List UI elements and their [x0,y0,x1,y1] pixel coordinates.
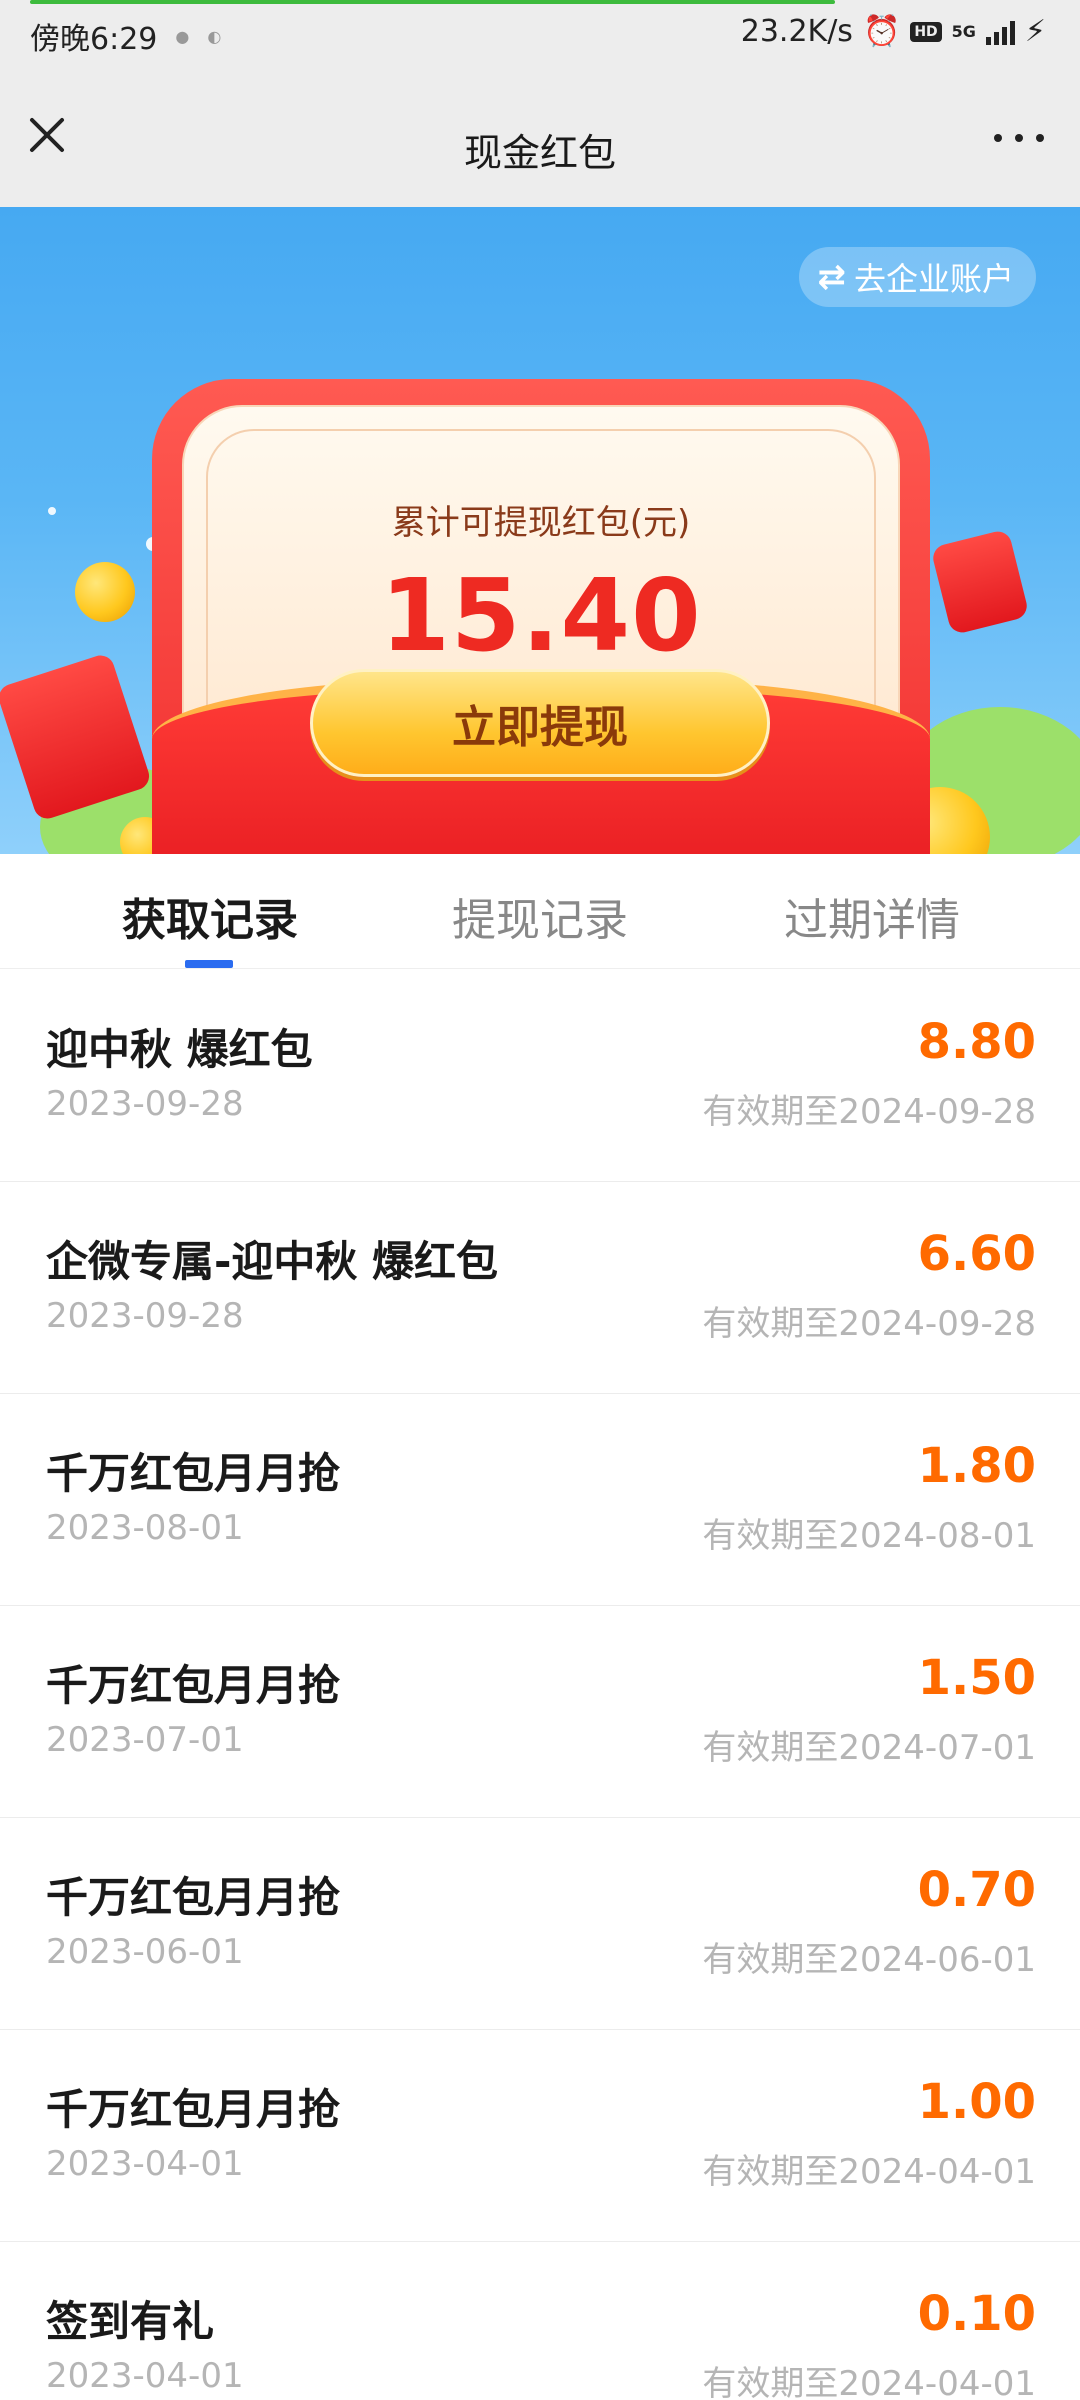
balance-amount: 15.40 [380,557,702,674]
bell-icon: ◐ [207,26,222,46]
record-amount: 1.00 [917,2074,1036,2130]
record-title: 千万红包月月抢 [46,1873,341,1922]
list-item[interactable]: 千万红包月月抢 2023-07-01 1.50 有效期至2024-07-01 [0,1606,1080,1818]
record-list: 迎中秋 爆红包 2023-09-28 8.80 有效期至2024-09-28 企… [0,970,1080,2400]
record-date: 2023-09-28 [46,1084,244,1124]
record-expiry: 有效期至2024-06-01 [702,1940,1036,1980]
notification-icon: ● [175,26,190,46]
record-date: 2023-07-01 [46,1720,244,1760]
nav-bar: 现金红包 [0,70,1080,207]
record-tabs: 获取记录 提现记录 过期详情 [0,854,1080,969]
status-bar: 傍晚6:29 ● ◐ 23.2K/s ⏰ HD 5G ⚡ [0,0,1080,70]
coin-decoration [75,562,135,622]
record-date: 2023-08-01 [46,1508,244,1548]
list-item[interactable]: 千万红包月月抢 2023-08-01 1.80 有效期至2024-08-01 [0,1394,1080,1606]
record-amount: 1.50 [917,1650,1036,1706]
record-title: 签到有礼 [46,2297,215,2346]
network-type: 5G [951,22,976,41]
more-button[interactable] [994,118,1044,158]
list-item[interactable]: 千万红包月月抢 2023-06-01 0.70 有效期至2024-06-01 [0,1818,1080,2030]
net-speed: 23.2K/s [740,14,853,49]
hd-badge: HD [910,21,942,42]
record-title: 迎中秋 爆红包 [46,1025,313,1074]
more-dot [1015,134,1023,142]
record-amount: 0.10 [917,2286,1036,2342]
tab-withdraw-records[interactable]: 提现记录 [410,884,670,948]
withdraw-button[interactable]: 立即提现 [310,669,770,777]
list-item[interactable]: 迎中秋 爆红包 2023-09-28 8.80 有效期至2024-09-28 [0,970,1080,1182]
red-envelope-card: 累计可提现红包(元) 15.40 立即提现 [152,379,930,854]
list-item[interactable]: 企微专属-迎中秋 爆红包 2023-09-28 6.60 有效期至2024-09… [0,1182,1080,1394]
record-expiry: 有效期至2024-09-28 [702,1304,1036,1344]
status-time: 傍晚6:29 [30,22,158,57]
page-load-progress [30,0,835,4]
sparkle-decoration [48,507,56,515]
list-item[interactable]: 千万红包月月抢 2023-04-01 1.00 有效期至2024-04-01 [0,2030,1080,2242]
more-dot [994,134,1002,142]
alarm-icon: ⏰ [862,14,901,49]
record-expiry: 有效期至2024-09-28 [702,1092,1036,1132]
signal-icon [985,19,1015,45]
record-expiry: 有效期至2024-08-01 [702,1516,1036,1556]
record-date: 2023-09-28 [46,1296,244,1336]
red-envelope-decoration [930,528,1030,636]
record-title: 千万红包月月抢 [46,2085,341,2134]
tab-expired-details[interactable]: 过期详情 [742,884,1002,948]
swap-icon: ⇄ [817,257,846,297]
record-date: 2023-06-01 [46,1932,244,1972]
more-dot [1036,134,1044,142]
record-title: 千万红包月月抢 [46,1449,341,1498]
record-expiry: 有效期至2024-07-01 [702,1728,1036,1768]
balance-label: 累计可提现红包(元) [391,503,691,543]
status-right: 23.2K/s ⏰ HD 5G ⚡ [741,14,1046,49]
active-tab-indicator [185,960,233,968]
record-expiry: 有效期至2024-04-01 [702,2364,1036,2400]
record-title: 企微专属-迎中秋 爆红包 [46,1237,499,1286]
record-expiry: 有效期至2024-04-01 [702,2152,1036,2192]
record-amount: 6.60 [917,1226,1036,1282]
list-item[interactable]: 签到有礼 2023-04-01 0.10 有效期至2024-04-01 [0,2242,1080,2400]
hero-banner: ⇄ 去企业账户 累计可提现红包(元) 15.40 立即提现 [0,207,1080,854]
switch-account-button[interactable]: ⇄ 去企业账户 [799,247,1036,307]
status-left: 傍晚6:29 ● ◐ [30,14,221,58]
record-date: 2023-04-01 [46,2144,244,2184]
switch-account-label: 去企业账户 [853,260,1014,298]
tab-acquired-records[interactable]: 获取记录 [80,884,340,948]
page-title: 现金红包 [463,131,616,175]
record-amount: 1.80 [917,1438,1036,1494]
record-amount: 0.70 [917,1862,1036,1918]
record-date: 2023-04-01 [46,2356,244,2396]
charging-icon: ⚡ [1024,14,1046,49]
record-amount: 8.80 [917,1014,1036,1070]
record-title: 千万红包月月抢 [46,1661,341,1710]
